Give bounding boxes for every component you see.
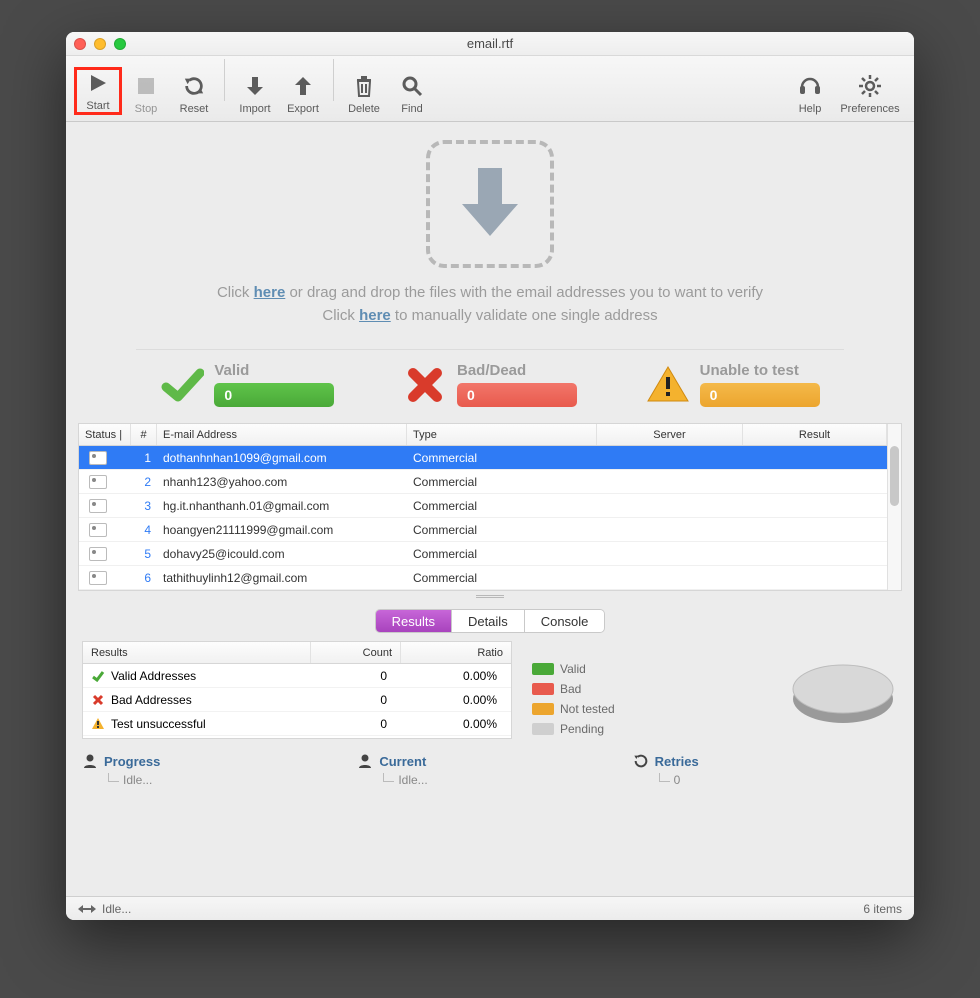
- vcard-icon: [89, 475, 107, 489]
- window-title: email.rtf: [66, 36, 914, 51]
- tab-console[interactable]: Console: [525, 610, 605, 632]
- tab-details[interactable]: Details: [452, 610, 525, 632]
- vcard-icon: [89, 571, 107, 585]
- table-row[interactable]: 4 hoangyen21111999@gmail.com Commercial: [79, 518, 887, 542]
- vcard-icon: [89, 499, 107, 513]
- results-panel: Results Count Ratio Valid Addresses 0 0.…: [66, 641, 914, 747]
- import-icon: [242, 73, 268, 99]
- warning-icon: [646, 363, 690, 407]
- pie-chart-placeholder: [788, 647, 898, 737]
- person-icon: [357, 753, 373, 769]
- unable-count-badge: 0: [700, 383, 820, 407]
- checkmark-icon: [160, 363, 204, 407]
- import-files-link[interactable]: here: [254, 284, 286, 301]
- col-count: Count: [311, 642, 401, 663]
- table-row[interactable]: 3 hg.it.nhanthanh.01@gmail.com Commercia…: [79, 494, 887, 518]
- table-body: 1 dothanhnhan1099@gmail.com Commercial 2…: [79, 446, 887, 590]
- table-row[interactable]: 2 nhanh123@yahoo.com Commercial: [79, 470, 887, 494]
- headset-icon: [797, 73, 823, 99]
- find-button[interactable]: Find: [388, 73, 436, 115]
- preferences-button[interactable]: Preferences: [834, 73, 906, 115]
- search-icon: [399, 73, 425, 99]
- reset-icon: [181, 73, 207, 99]
- import-button[interactable]: Import: [231, 73, 279, 115]
- help-button[interactable]: Help: [786, 73, 834, 115]
- tab-results[interactable]: Results: [376, 610, 452, 632]
- swatch-valid: [532, 663, 554, 675]
- table-row[interactable]: 6 tathithuylinh12@gmail.com Commercial: [79, 566, 887, 590]
- bad-count-badge: 0: [457, 383, 577, 407]
- stop-icon: [133, 73, 159, 99]
- swatch-pending: [532, 723, 554, 735]
- legend: Valid Bad Not tested Pending: [532, 641, 615, 739]
- manual-validate-link[interactable]: here: [359, 307, 391, 324]
- download-arrow-icon: [458, 164, 522, 244]
- start-button[interactable]: Start: [74, 67, 122, 115]
- vcard-icon: [89, 547, 107, 561]
- col-status[interactable]: Status |: [79, 424, 131, 445]
- export-icon: [290, 73, 316, 99]
- drop-instructions: Click here or drag and drop the files wi…: [217, 282, 763, 327]
- progress-block: Progress Idle...: [82, 753, 347, 787]
- statusbar: Idle... 6 items: [66, 896, 914, 920]
- retry-icon: [633, 753, 649, 769]
- counters-row: Valid0 Bad/Dead0 Unable to test0: [66, 362, 914, 423]
- swatch-nottested: [532, 703, 554, 715]
- cross-icon: [403, 363, 447, 407]
- divider: [136, 349, 844, 350]
- bad-counter: Bad/Dead0: [403, 362, 577, 407]
- col-type[interactable]: Type: [407, 424, 597, 445]
- drop-area[interactable]: Click here or drag and drop the files wi…: [66, 122, 914, 337]
- valid-count-badge: 0: [214, 383, 334, 407]
- col-results-label: Results: [83, 642, 311, 663]
- results-row: Bad Addresses 0 0.00%: [83, 688, 511, 712]
- vcard-icon: [89, 523, 107, 537]
- col-server[interactable]: Server: [597, 424, 743, 445]
- drop-target[interactable]: [426, 140, 554, 268]
- tab-bar: Results Details Console: [66, 601, 914, 641]
- splitter-handle[interactable]: [66, 591, 914, 601]
- trash-icon: [351, 73, 377, 99]
- results-row: Test unsuccessful 0 0.00%: [83, 712, 511, 736]
- play-icon: [85, 70, 111, 96]
- warn-icon: [89, 717, 107, 730]
- check-icon: [89, 669, 107, 683]
- status-text: Idle...: [102, 902, 131, 916]
- vcard-icon: [89, 451, 107, 465]
- table-header: Status | # E-mail Address Type Server Re…: [79, 424, 887, 446]
- progress-row: Progress Idle... Current Idle... Retries…: [66, 747, 914, 797]
- export-button[interactable]: Export: [279, 73, 327, 115]
- current-block: Current Idle...: [357, 753, 622, 787]
- results-summary-table: Results Count Ratio Valid Addresses 0 0.…: [82, 641, 512, 739]
- email-table: Status | # E-mail Address Type Server Re…: [78, 423, 902, 591]
- toolbar-separator: [224, 59, 225, 101]
- col-ratio: Ratio: [401, 642, 511, 663]
- gear-icon: [857, 73, 883, 99]
- app-window: email.rtf Start Stop Reset Import Export…: [66, 32, 914, 920]
- unable-counter: Unable to test0: [646, 362, 820, 407]
- table-row[interactable]: 1 dothanhnhan1099@gmail.com Commercial: [79, 446, 887, 470]
- person-icon: [82, 753, 98, 769]
- reset-button[interactable]: Reset: [170, 73, 218, 115]
- vertical-scrollbar[interactable]: [887, 424, 901, 590]
- delete-button[interactable]: Delete: [340, 73, 388, 115]
- col-number[interactable]: #: [131, 424, 157, 445]
- titlebar: email.rtf: [66, 32, 914, 56]
- col-email[interactable]: E-mail Address: [157, 424, 407, 445]
- cross-icon: [89, 694, 107, 706]
- stop-button[interactable]: Stop: [122, 73, 170, 115]
- item-count: 6 items: [863, 902, 902, 916]
- table-row[interactable]: 5 dohavy25@icould.com Commercial: [79, 542, 887, 566]
- toolbar: Start Stop Reset Import Export Delete Fi…: [66, 56, 914, 122]
- col-result[interactable]: Result: [743, 424, 887, 445]
- connection-icon: [78, 903, 96, 915]
- retries-block: Retries 0: [633, 753, 898, 787]
- results-row: Valid Addresses 0 0.00%: [83, 664, 511, 688]
- main-content: Click here or drag and drop the files wi…: [66, 122, 914, 896]
- swatch-bad: [532, 683, 554, 695]
- valid-counter: Valid0: [160, 362, 334, 407]
- toolbar-separator: [333, 59, 334, 101]
- scrollbar-thumb[interactable]: [890, 446, 899, 506]
